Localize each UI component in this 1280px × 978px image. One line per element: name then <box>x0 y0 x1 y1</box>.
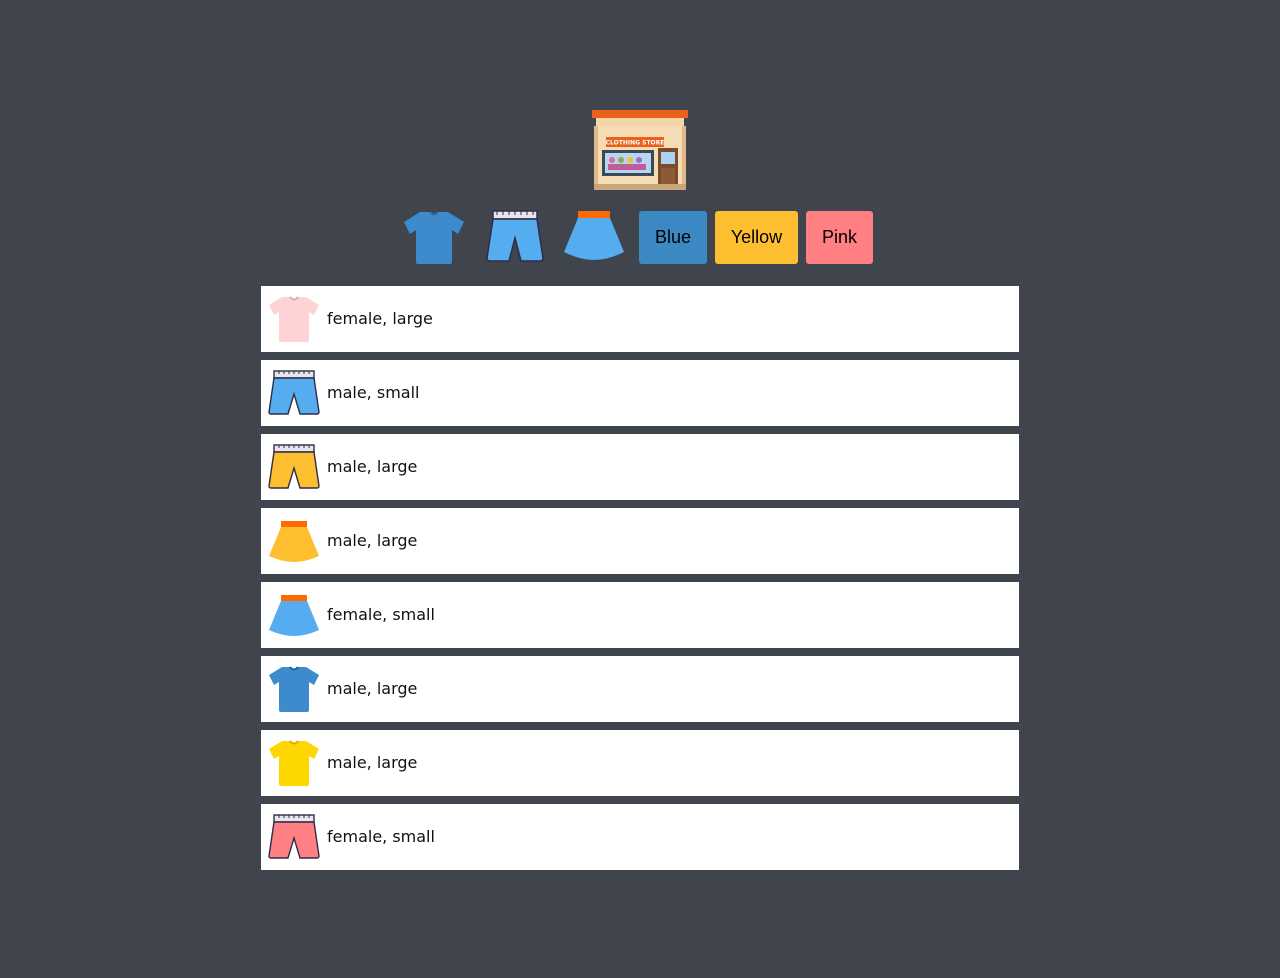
clothing-list: female, large male, small male, large ma… <box>261 286 1019 878</box>
item-label: female, small <box>327 605 435 624</box>
yellow-filter-label: Yellow <box>730 227 783 247</box>
shorts-icon <box>267 442 321 492</box>
clothing-store-icon: CLOTHING STORE <box>590 108 690 192</box>
item-label: male, large <box>327 753 418 772</box>
item-label: male, large <box>327 679 418 698</box>
blue-filter-label: Blue <box>654 227 692 247</box>
tshirt-filter-button[interactable] <box>402 208 466 266</box>
list-item[interactable]: female, small <box>261 582 1019 648</box>
shorts-icon <box>267 812 321 862</box>
pink-filter-label: Pink <box>821 227 857 247</box>
tshirt-icon <box>267 664 321 714</box>
item-label: female, large <box>327 309 433 328</box>
list-item[interactable]: male, large <box>261 730 1019 796</box>
filter-toolbar: Blue Yellow Pink <box>400 208 880 266</box>
item-label: male, small <box>327 383 420 402</box>
list-item[interactable]: male, large <box>261 434 1019 500</box>
item-label: female, small <box>327 827 435 846</box>
tshirt-icon <box>267 738 321 788</box>
item-label: male, large <box>327 457 418 476</box>
list-item[interactable]: male, small <box>261 360 1019 426</box>
tshirt-icon <box>267 294 321 344</box>
skirt-icon <box>267 590 321 640</box>
tshirt-icon <box>404 211 464 264</box>
item-label: male, large <box>327 531 418 550</box>
shorts-icon <box>267 368 321 418</box>
list-item[interactable]: male, large <box>261 656 1019 722</box>
app: CLOTHING STORE Blue Yellow Pink female, … <box>0 0 1280 978</box>
list-item[interactable]: female, large <box>261 286 1019 352</box>
blue-filter-button[interactable]: Blue <box>639 211 707 264</box>
shorts-icon <box>486 210 544 262</box>
skirt-icon <box>267 516 321 566</box>
shorts-filter-button[interactable] <box>483 208 547 266</box>
list-item[interactable]: male, large <box>261 508 1019 574</box>
pink-filter-button[interactable]: Pink <box>806 211 873 264</box>
store-sign-text: CLOTHING STORE <box>606 140 665 147</box>
skirt-filter-button[interactable] <box>562 208 626 266</box>
yellow-filter-button[interactable]: Yellow <box>715 211 798 264</box>
skirt-icon <box>564 211 624 260</box>
list-item[interactable]: female, small <box>261 804 1019 870</box>
